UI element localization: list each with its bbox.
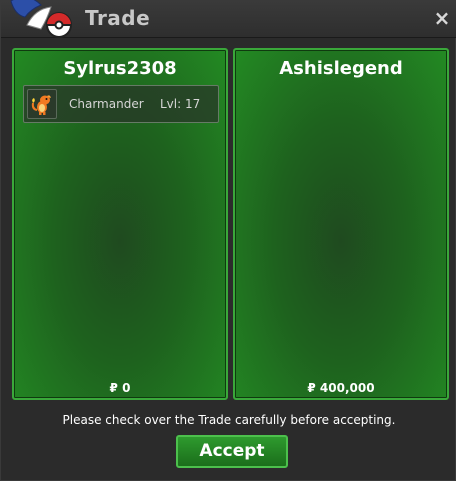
charmander-icon	[27, 89, 57, 119]
accept-button[interactable]: Accept	[176, 435, 288, 468]
title-bar[interactable]: Trade ×	[1, 0, 456, 38]
my-offer-panel: Sylrus2308 Charmander Lvl: 17 ₽ 0	[12, 48, 228, 400]
close-icon[interactable]: ×	[431, 7, 453, 29]
pokemon-name: Charmander	[69, 97, 144, 111]
window-title: Trade	[85, 6, 151, 30]
money-offer: ₽ 0	[109, 381, 131, 395]
pokeball-logo-icon	[10, 0, 72, 38]
partner-money-offer: ₽ 400,000	[307, 381, 375, 395]
player-name: Sylrus2308	[63, 58, 177, 79]
partner-name: Ashislegend	[279, 58, 403, 79]
trade-item-slot[interactable]: Charmander Lvl: 17	[23, 85, 219, 123]
pokemon-level: Lvl: 17	[160, 97, 201, 111]
trade-window: Trade × Sylrus2308 Charmander Lvl: 17 ₽ …	[0, 0, 456, 481]
partner-offer-panel: Ashislegend ₽ 400,000	[233, 48, 449, 400]
trade-warning-text: Please check over the Trade carefully be…	[62, 413, 396, 427]
